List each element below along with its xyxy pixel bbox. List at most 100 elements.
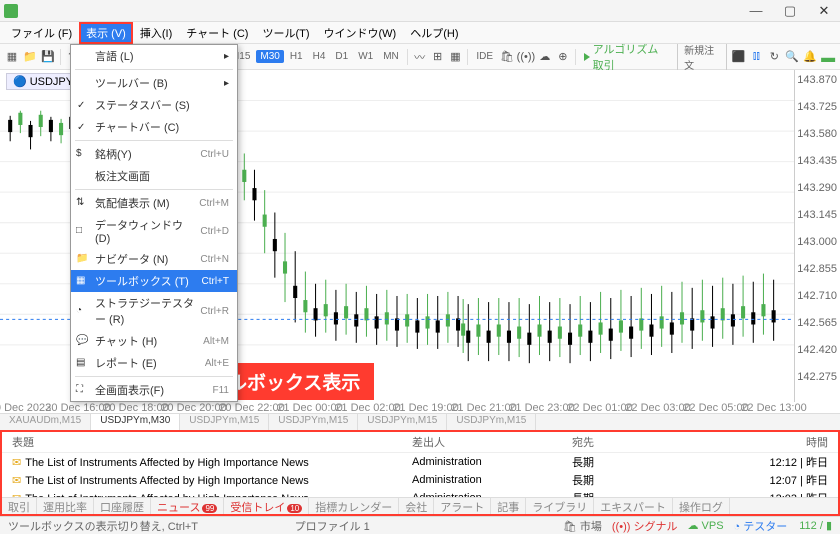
profile-name[interactable]: プロファイル 1 <box>295 518 370 534</box>
col-dest[interactable]: 宛先 <box>572 434 712 450</box>
autotrading-icon[interactable]: ⬛ <box>731 48 747 66</box>
menu-item[interactable]: ◔ストラテジーテスター (R)Ctrl+R <box>71 292 237 330</box>
menu-insert[interactable]: 挿入(I) <box>133 23 179 43</box>
envelope-icon: ✉ <box>12 475 21 487</box>
price-label: 143.290 <box>797 182 837 194</box>
save-icon[interactable]: 💾 <box>40 48 56 66</box>
toolbox-tab[interactable]: 会社 <box>399 498 434 514</box>
maximize-icon[interactable]: ▢ <box>778 3 802 19</box>
chart-tab[interactable]: USDJPYm,M15 <box>447 414 536 430</box>
menu-item[interactable]: ツールバー (B)▸ <box>71 72 237 94</box>
toolbox-tab[interactable]: 口座履歴 <box>94 498 151 514</box>
col-sender[interactable]: 差出人 <box>412 434 572 450</box>
price-label: 143.000 <box>797 236 837 248</box>
separator <box>575 49 576 65</box>
timeframe-M30[interactable]: M30 <box>256 50 283 63</box>
timeframe-W1[interactable]: W1 <box>354 50 377 63</box>
menu-item[interactable]: ⛶全画面表示(F)F11 <box>71 379 237 401</box>
item-label: 銘柄(Y) <box>95 146 132 162</box>
chart-tab[interactable]: USDJPYm,M15 <box>269 414 358 430</box>
item-label: チャートバー (C) <box>95 119 179 135</box>
shortcut: Ctrl+U <box>200 149 229 160</box>
item-label: ナビゲータ (N) <box>95 251 168 267</box>
price-label: 142.855 <box>797 263 837 275</box>
toolbox-tab[interactable]: 運用比率 <box>37 498 94 514</box>
tester-link[interactable]: ◔ テスター <box>734 518 788 534</box>
col-subject[interactable]: 表題 <box>12 434 412 450</box>
menu-item[interactable]: ✓ステータスバー (S) <box>71 94 237 116</box>
price-label: 143.145 <box>797 209 837 221</box>
menu-item[interactable]: 板注文画面 <box>71 165 237 187</box>
menu-item[interactable]: $銘柄(Y)Ctrl+U <box>71 143 237 165</box>
close-icon[interactable]: ✕ <box>812 3 836 19</box>
menu-help[interactable]: ヘルプ(H) <box>403 23 465 43</box>
menu-item[interactable]: ✓チャートバー (C) <box>71 116 237 138</box>
toolbox-tab[interactable]: 指標カレンダー <box>309 498 399 514</box>
chart-bars-icon[interactable]: ⫾⫾ <box>748 48 764 66</box>
price-axis: 143.870143.725143.580143.435143.290143.1… <box>794 70 840 402</box>
menu-item[interactable]: ▤レポート (E)Alt+E <box>71 352 237 374</box>
ide-button[interactable]: IDE <box>472 50 497 63</box>
grid-icon[interactable]: ▦ <box>448 48 464 66</box>
bell-icon[interactable]: 🔔 <box>802 48 818 66</box>
vps-link[interactable]: ☁ VPS <box>687 519 723 532</box>
toolbox-tab[interactable]: 受信トレイ10 <box>224 498 309 514</box>
status-bar: ツールボックスの表示切り替え, Ctrl+T プロファイル 1 🛍 市場 ((•… <box>0 516 840 534</box>
timeframe-D1[interactable]: D1 <box>331 50 352 63</box>
refresh-icon[interactable]: ↻ <box>766 48 782 66</box>
shortcut: Ctrl+T <box>202 276 230 287</box>
menu-chart[interactable]: チャート (C) <box>179 23 255 43</box>
menu-window[interactable]: ウインドウ(W) <box>317 23 404 43</box>
item-label: チャット (H) <box>95 333 157 349</box>
toolbox-tabs: 取引運用比率口座履歴ニュース99受信トレイ10指標カレンダー会社アラート記事ライ… <box>2 497 838 514</box>
menu-file[interactable]: ファイル (F) <box>4 23 79 43</box>
chart-tab[interactable]: XAUAUDm,M15 <box>0 414 91 430</box>
menu-item[interactable]: 💬チャット (H)Alt+M <box>71 330 237 352</box>
item-icon: ⇅ <box>76 197 88 209</box>
signal-icon[interactable]: ((•)) <box>517 48 535 66</box>
item-label: レポート (E) <box>95 355 157 371</box>
cloud-icon[interactable]: ☁ <box>537 48 553 66</box>
timeframe-H1[interactable]: H1 <box>286 50 307 63</box>
menu-item[interactable]: □データウィンドウ (D)Ctrl+D <box>71 214 237 248</box>
menu-item[interactable]: ▦ツールボックス (T)Ctrl+T <box>71 270 237 292</box>
timeframe-MN[interactable]: MN <box>379 50 403 63</box>
timeframe-H4[interactable]: H4 <box>309 50 330 63</box>
toolbox-tab[interactable]: 操作ログ <box>673 498 730 514</box>
algo-trading-button[interactable]: アルゴリズム取引 <box>580 41 674 73</box>
toolbox-tab[interactable]: 取引 <box>2 498 37 514</box>
new-chart-icon[interactable]: ▦ <box>4 48 20 66</box>
market-icon[interactable]: 🛍 <box>499 48 515 66</box>
shortcut: Ctrl+R <box>200 306 229 317</box>
market-link[interactable]: 🛍 市場 <box>563 518 602 534</box>
chart-tab[interactable]: USDJPYm,M15 <box>358 414 447 430</box>
col-time[interactable]: 時間 <box>748 434 828 450</box>
menu-view[interactable]: 表示 (V) <box>79 22 133 44</box>
search-icon[interactable]: 🔍 <box>784 48 800 66</box>
mail-row[interactable]: ✉The List of Instruments Affected by Hig… <box>2 489 838 497</box>
toolbox-tab[interactable]: 記事 <box>491 498 526 514</box>
mail-row[interactable]: ✉The List of Instruments Affected by Hig… <box>2 453 838 471</box>
mail-row[interactable]: ✉The List of Instruments Affected by Hig… <box>2 471 838 489</box>
play-icon <box>584 53 590 61</box>
new-order-button[interactable]: 新規注文 <box>677 41 726 73</box>
toolbox-tab[interactable]: ライブラリ <box>526 498 594 514</box>
menu-item[interactable]: 言語 (L)▸ <box>71 45 237 67</box>
menu-item[interactable]: ⇅気配値表示 (M)Ctrl+M <box>71 192 237 214</box>
chart-tab[interactable]: USDJPYm,M30 <box>91 414 180 430</box>
signal-link[interactable]: ((•)) シグナル <box>612 518 678 534</box>
chart-tab[interactable]: USDJPYm,M15 <box>180 414 269 430</box>
window-controls: — ▢ ✕ <box>744 3 836 19</box>
minimize-icon[interactable]: — <box>744 3 768 18</box>
indicator-icon[interactable]: 〰 <box>412 48 428 66</box>
connection-status[interactable]: 112 / ▮ <box>799 519 832 532</box>
menu-item[interactable]: 📁ナビゲータ (N)Ctrl+N <box>71 248 237 270</box>
item-icon: □ <box>76 225 88 237</box>
toolbox-tab[interactable]: エキスパート <box>594 498 673 514</box>
mql-icon[interactable]: ⊕ <box>555 48 571 66</box>
menu-tool[interactable]: ツール(T) <box>255 23 316 43</box>
candle-icon[interactable]: ⊞ <box>430 48 446 66</box>
folder-icon[interactable]: 📁 <box>22 48 38 66</box>
toolbox-tab[interactable]: ニュース99 <box>151 498 224 514</box>
toolbox-tab[interactable]: アラート <box>434 498 491 514</box>
